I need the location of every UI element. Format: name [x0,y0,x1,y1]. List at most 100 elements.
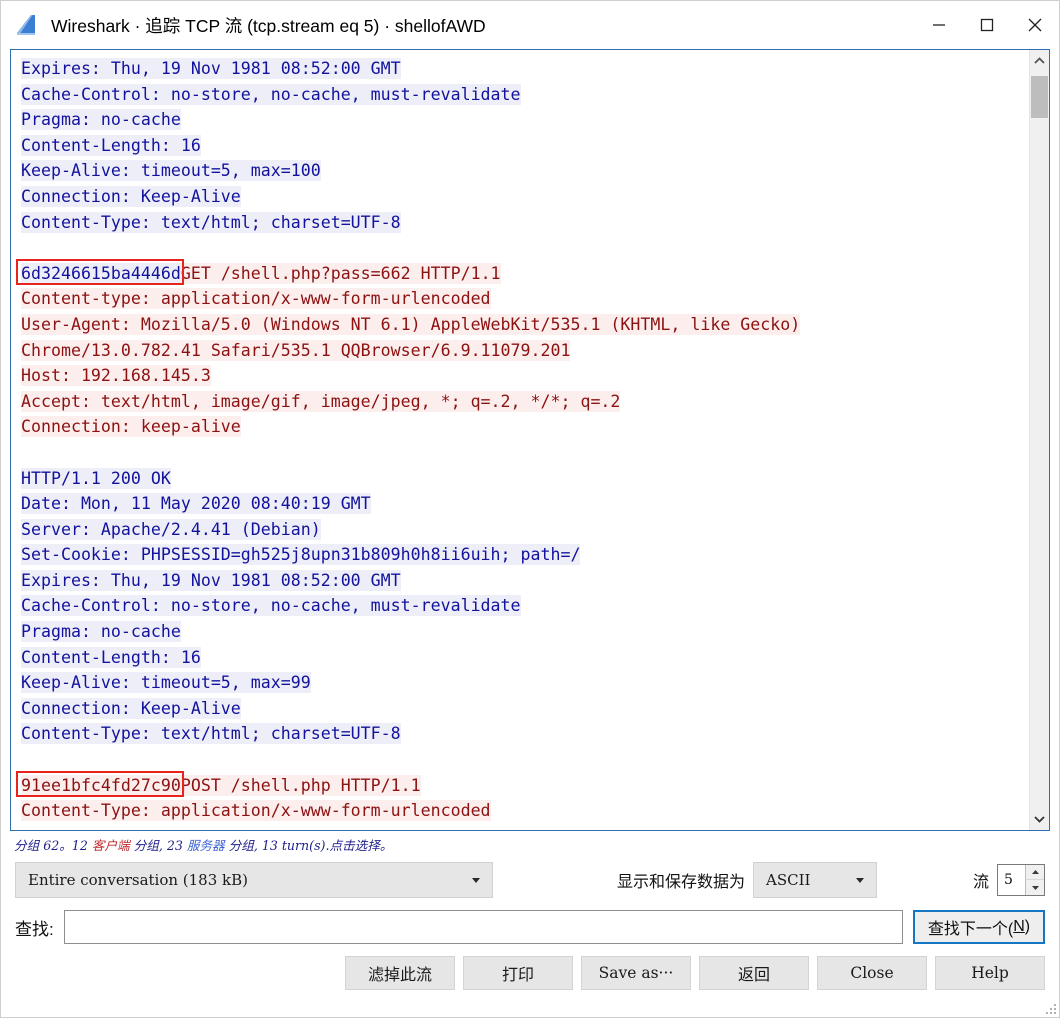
scrollbar-track[interactable] [1030,72,1049,808]
stream-status-line: 分组 62。12 客户端 分组, 23 服务器 分组, 13 turn(s).点… [1,831,1059,857]
status-prefix: 分组 62。12 [14,838,92,853]
stream-line: Connection: Keep-Alive [21,696,1027,722]
status-server-word: 服务器 [186,838,225,853]
find-row: 查找: 查找下一个(N) [1,905,1059,949]
stream-line: Keep-Alive: timeout=5, max=99 [21,670,1027,696]
stream-line: Cache-Control: no-store, no-cache, must-… [21,593,1027,619]
stream-line [21,747,1027,773]
dialog-button-1[interactable]: 打印 [463,956,573,990]
stream-line-text: Expires: Thu, 19 Nov 1981 08:52:00 GMT [21,569,401,591]
stream-content-pane[interactable]: Expires: Thu, 19 Nov 1981 08:52:00 GMT Ca… [10,49,1050,831]
stream-line [21,440,1027,466]
stream-line-text: HTTP/1.1 200 OK [21,467,171,489]
stream-line: HTTP/1.1 200 OK [21,466,1027,492]
stream-line-text: Cache-Control: no-store, no-cache, must-… [21,83,521,105]
chevron-down-icon [472,877,480,883]
status-suffix: 点击选择。 [329,838,393,853]
dialog-button-4[interactable]: Close [817,956,927,990]
stream-line: Accept: text/html, image/gif, image/jpeg… [21,389,1027,415]
stream-line-text: Pragma: no-cache [21,621,181,643]
stepper-buttons[interactable] [1025,865,1044,895]
title-bar: Wireshark · 追踪 TCP 流 (tcp.stream eq 5) ·… [1,1,1059,49]
stream-number-value[interactable]: 5 [998,865,1025,895]
data-format-select-value: ASCII [765,871,811,889]
find-next-label: 查找下一个( [927,921,1014,938]
wireshark-fin-icon [15,14,41,36]
vertical-scrollbar[interactable] [1029,50,1049,830]
stream-line-text: User-Agent: Mozilla/5.0 (Windows NT 6.1)… [21,313,801,335]
minimize-button[interactable] [915,1,963,49]
status-mid-1: 分组, 23 [129,838,187,853]
stream-line: Date: Mon, 11 May 2020 08:40:19 GMT [21,491,1027,517]
find-label: 查找: [15,919,54,939]
stream-line-text: Content-Length: 16 [21,646,201,668]
dialog-button-row: 滤掉此流 打印 Save as··· 返回 Close Help [1,949,1059,1005]
show-save-as-label: 显示和保存数据为 [616,874,745,891]
stream-request-line: POST /shell.php HTTP/1.1 [180,774,421,796]
stream-response-body: 91ee1bfc4fd27c90 [21,774,181,796]
stream-line: Pragma: no-cache [21,107,1027,133]
close-button[interactable] [1011,1,1059,49]
chevron-down-icon [855,877,864,883]
stepper-down-icon[interactable] [1025,880,1044,895]
stream-line: Host: 192.168.145.3 [21,363,1027,389]
stream-line: Content-Type: application/x-www-form-url… [21,798,1027,824]
stream-line-text: Set-Cookie: PHPSESSID=gh525j8upn31b809h0… [21,544,581,566]
stream-request-line: GET /shell.php?pass=662 HTTP/1.1 [180,262,501,284]
stream-line: Cache-Control: no-store, no-cache, must-… [21,82,1027,108]
stream-line-text: Pragma: no-cache [21,109,181,131]
conversation-select[interactable]: Entire conversation (183 kB) [15,862,493,898]
conversation-select-value: Entire conversation (183 kB) [28,871,249,889]
stream-text-area[interactable]: Expires: Thu, 19 Nov 1981 08:52:00 GMT Ca… [11,50,1029,830]
stepper-up-icon[interactable] [1025,865,1044,880]
stream-line: 6d3246615ba4446dGET /shell.php?pass=662 … [21,261,1027,287]
stream-number-stepper[interactable]: 5 [997,864,1045,896]
stream-line: 91ee1bfc4fd27c90POST /shell.php HTTP/1.1 [21,773,1027,799]
stream-line-text: Connection: keep-alive [21,416,241,438]
stream-line: Server: Apache/2.4.41 (Debian) [21,517,1027,543]
window-controls [915,1,1059,49]
dialog-button-5[interactable]: Help [935,956,1045,990]
data-format-select[interactable]: ASCII [752,862,877,898]
stream-line: User-Agent: Mozilla/5.0 (Windows NT 6.1)… [21,312,1027,338]
stream-line-text: Connection: Keep-Alive [21,697,241,719]
scroll-up-arrow-icon[interactable] [1030,50,1049,72]
stream-line-text: Content-Length: 16 [21,134,201,156]
stream-response-body: 6d3246615ba4446d [21,262,181,284]
scrollbar-thumb[interactable] [1031,76,1048,118]
stream-line: Expires: Thu, 19 Nov 1981 08:52:00 GMT [21,568,1027,594]
stream-line: Content-Length: 16 [21,645,1027,671]
stream-line: Set-Cookie: PHPSESSID=gh525j8upn31b809h0… [21,542,1027,568]
window-title: Wireshark · 追踪 TCP 流 (tcp.stream eq 5) ·… [51,15,486,36]
stream-line: Connection: keep-alive [21,414,1027,440]
status-client-word: 客户端 [91,838,130,853]
stream-line-text: Content-Type: text/html; charset=UTF-8 [21,211,401,233]
scroll-down-arrow-icon[interactable] [1030,808,1049,830]
stream-line: Expires: Thu, 19 Nov 1981 08:52:00 GMT [21,56,1027,82]
status-mid-2: 分组, 13 turn(s). [224,838,330,853]
stream-line: Chrome/13.0.782.41 Safari/535.1 QQBrowse… [21,338,1027,364]
dialog-button-2[interactable]: Save as··· [581,956,691,990]
stream-line-text: Content-type: application/x-www-form-url… [21,288,491,310]
stream-line-text: Accept: text/html, image/gif, image/jpeg… [21,390,621,412]
stream-line-text: Keep-Alive: timeout=5, max=100 [21,160,321,182]
stream-line-text: Date: Mon, 11 May 2020 08:40:19 GMT [21,493,371,515]
stream-line-text: Host: 192.168.145.3 [21,365,211,387]
stream-line: Content-type: application/x-www-form-url… [21,286,1027,312]
stream-line-text: Server: Apache/2.4.41 (Debian) [21,518,321,540]
dialog-button-0[interactable]: 滤掉此流 [345,956,455,990]
stream-controls-row: Entire conversation (183 kB) 显示和保存数据为 AS… [1,859,1059,901]
stream-line: Content-Type: text/html; charset=UTF-8 [21,721,1027,747]
stream-line: Connection: Keep-Alive [21,184,1027,210]
dialog-button-3[interactable]: 返回 [699,956,809,990]
maximize-button[interactable] [963,1,1011,49]
stream-line-text: Chrome/13.0.782.41 Safari/535.1 QQBrowse… [21,339,571,361]
stream-line-text: Connection: Keep-Alive [21,185,241,207]
resize-grip[interactable] [1044,1002,1056,1014]
find-next-button[interactable]: 查找下一个(N) [913,910,1045,944]
stream-line: Content-Type: text/html; charset=UTF-8 [21,210,1027,236]
find-next-tail: ) [1024,918,1031,935]
stream-line-text: Keep-Alive: timeout=5, max=99 [21,672,311,694]
find-input[interactable] [63,910,903,944]
stream-line: Pragma: no-cache [21,619,1027,645]
